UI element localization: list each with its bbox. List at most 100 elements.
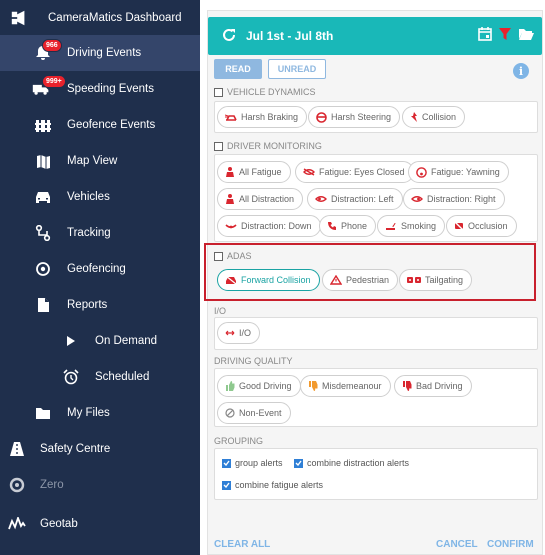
sidebar-item-vehicles[interactable]: Vehicles [0, 179, 200, 215]
chip-collision[interactable]: Collision [402, 106, 466, 128]
section-title: GROUPING [214, 436, 264, 446]
camera-off-icon [454, 221, 464, 231]
sidebar-item-safety-centre[interactable]: Safety Centre [0, 431, 200, 467]
section-title: DRIVER MONITORING [227, 141, 322, 151]
sidebar: CameraMatics Dashboard 966 Driving Event… [0, 0, 200, 555]
chip-misdemeanour[interactable]: Misdemeanour [300, 375, 391, 397]
chip-label: Harsh Braking [241, 112, 299, 122]
app-title-text: CameraMatics Dashboard [48, 12, 182, 24]
filter-panel: Jul 1st - Jul 8th READ UNREAD i VEHICLE … [204, 10, 543, 555]
chip-phone[interactable]: Phone [319, 215, 377, 237]
folder-icon [34, 404, 52, 422]
double-arrow-icon [225, 329, 235, 337]
driving-quality-header: DRIVING QUALITY [214, 356, 293, 366]
sidebar-item-label: Speeding Events [67, 83, 154, 95]
sidebar-item-driving-events[interactable]: 966 Driving Events [0, 35, 200, 71]
adas-highlight-frame [204, 243, 536, 301]
sidebar-item-on-demand[interactable]: On Demand [0, 323, 200, 359]
target-icon [34, 260, 52, 278]
chip-label: Smoking [401, 221, 437, 231]
vehicle-dynamics-header: VEHICLE DYNAMICS [214, 87, 316, 97]
driver-monitoring-header: DRIVER MONITORING [214, 141, 322, 151]
chip-io[interactable]: I/O [217, 322, 261, 344]
driving-events-badge: 966 [42, 39, 62, 52]
map-icon [34, 152, 52, 170]
chip-fatigue-yawning[interactable]: Fatigue: Yawning [408, 161, 509, 183]
sidebar-item-my-files[interactable]: My Files [0, 395, 200, 431]
group-alerts-option[interactable]: group alerts [222, 458, 283, 468]
sidebar-item-scheduled[interactable]: Scheduled [0, 359, 200, 395]
chip-label: Good Driving [239, 381, 292, 391]
chip-smoking[interactable]: Smoking [377, 215, 446, 237]
zero-ring-icon [8, 476, 26, 494]
smoking-icon [385, 222, 397, 231]
harsh-braking-icon [225, 113, 237, 122]
chip-fatigue-eyes-closed[interactable]: Fatigue: Eyes Closed [295, 161, 414, 183]
logo-icon [10, 9, 28, 27]
chip-harsh-braking[interactable]: Harsh Braking [217, 106, 308, 128]
sidebar-item-tracking[interactable]: Tracking [0, 215, 200, 251]
io-box [214, 317, 538, 350]
chip-non-event[interactable]: Non-Event [217, 402, 291, 424]
driver-seat-icon [225, 167, 235, 177]
chip-bad-driving[interactable]: Bad Driving [394, 375, 472, 397]
chip-distraction-right[interactable]: Distraction: Right [403, 188, 505, 210]
date-range-label[interactable]: Jul 1st - Jul 8th [246, 29, 333, 43]
sidebar-item-reports[interactable]: Reports [0, 287, 200, 323]
driver-monitoring-checkbox[interactable] [214, 141, 223, 151]
sidebar-item-geofence-events[interactable]: Geofence Events [0, 107, 200, 143]
check-icon[interactable] [222, 458, 231, 468]
sidebar-item-label: Driving Events [67, 47, 142, 59]
confirm-button[interactable]: CONFIRM [487, 539, 534, 550]
sidebar-item-label: Zero [40, 479, 64, 491]
combine-distraction-option[interactable]: combine distraction alerts [294, 458, 409, 468]
chip-label: Distraction: Left [331, 194, 394, 204]
filter-icon[interactable] [498, 27, 512, 46]
chip-label: Phone [341, 221, 368, 231]
sidebar-item-geofencing[interactable]: Geofencing [0, 251, 200, 287]
chip-occlusion[interactable]: Occlusion [446, 215, 517, 237]
car-icon [34, 188, 52, 206]
chip-label: Occlusion [468, 221, 508, 231]
section-title: I/O [214, 306, 227, 316]
unread-button[interactable]: UNREAD [268, 59, 326, 79]
sidebar-item-map-view[interactable]: Map View [0, 143, 200, 179]
chip-label: All Distraction [239, 194, 295, 204]
sidebar-item-geotab[interactable]: Geotab [0, 506, 200, 542]
grouping-box [214, 448, 538, 500]
combine-fatigue-option[interactable]: combine fatigue alerts [222, 480, 323, 490]
chip-all-distraction[interactable]: All Distraction [217, 188, 304, 210]
app-title[interactable]: CameraMatics Dashboard [0, 0, 200, 36]
chip-all-fatigue[interactable]: All Fatigue [217, 161, 291, 183]
sidebar-item-label: Reports [67, 299, 108, 311]
steering-wheel-icon [316, 111, 327, 123]
calendar-icon[interactable] [478, 27, 492, 46]
option-label: combine fatigue alerts [235, 480, 324, 490]
eye-icon [411, 195, 423, 203]
clear-all-button[interactable]: CLEAR ALL [214, 539, 270, 550]
vehicle-dynamics-checkbox[interactable] [214, 87, 223, 97]
option-label: combine distraction alerts [307, 458, 410, 468]
chip-distraction-left[interactable]: Distraction: Left [307, 188, 403, 210]
thumbs-up-icon [225, 381, 235, 391]
read-button[interactable]: READ [214, 59, 262, 79]
chip-label: Fatigue: Eyes Closed [319, 167, 405, 177]
chip-label: All Fatigue [239, 167, 282, 177]
option-label: group alerts [235, 458, 283, 468]
info-icon[interactable]: i [513, 63, 529, 79]
sidebar-item-zero[interactable]: Zero [0, 467, 200, 503]
check-icon[interactable] [294, 458, 303, 468]
folder-open-icon[interactable] [518, 27, 534, 46]
chip-label: Collision [422, 112, 457, 122]
chip-distraction-down[interactable]: Distraction: Down [217, 215, 321, 237]
chip-good-driving[interactable]: Good Driving [217, 375, 301, 397]
sidebar-item-label: Tracking [67, 227, 111, 239]
sidebar-item-speeding-events[interactable]: 999+ Speeding Events [0, 71, 200, 107]
chip-label: Distraction: Down [241, 221, 312, 231]
chip-harsh-steering[interactable]: Harsh Steering [308, 106, 401, 128]
cancel-button[interactable]: CANCEL [436, 539, 478, 550]
refresh-icon[interactable] [222, 28, 236, 47]
sidebar-item-label: Geofencing [67, 263, 126, 275]
chip-label: Harsh Steering [331, 112, 392, 122]
check-icon[interactable] [222, 480, 231, 490]
